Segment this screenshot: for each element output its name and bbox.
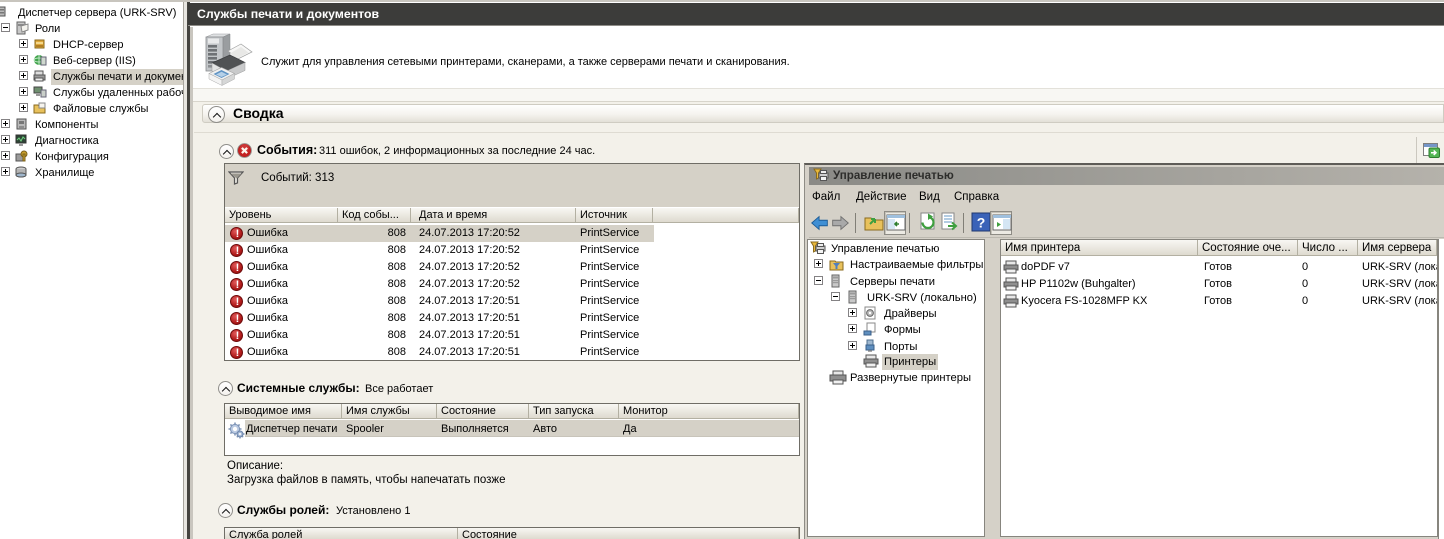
svg-text:?: ? (977, 215, 986, 231)
